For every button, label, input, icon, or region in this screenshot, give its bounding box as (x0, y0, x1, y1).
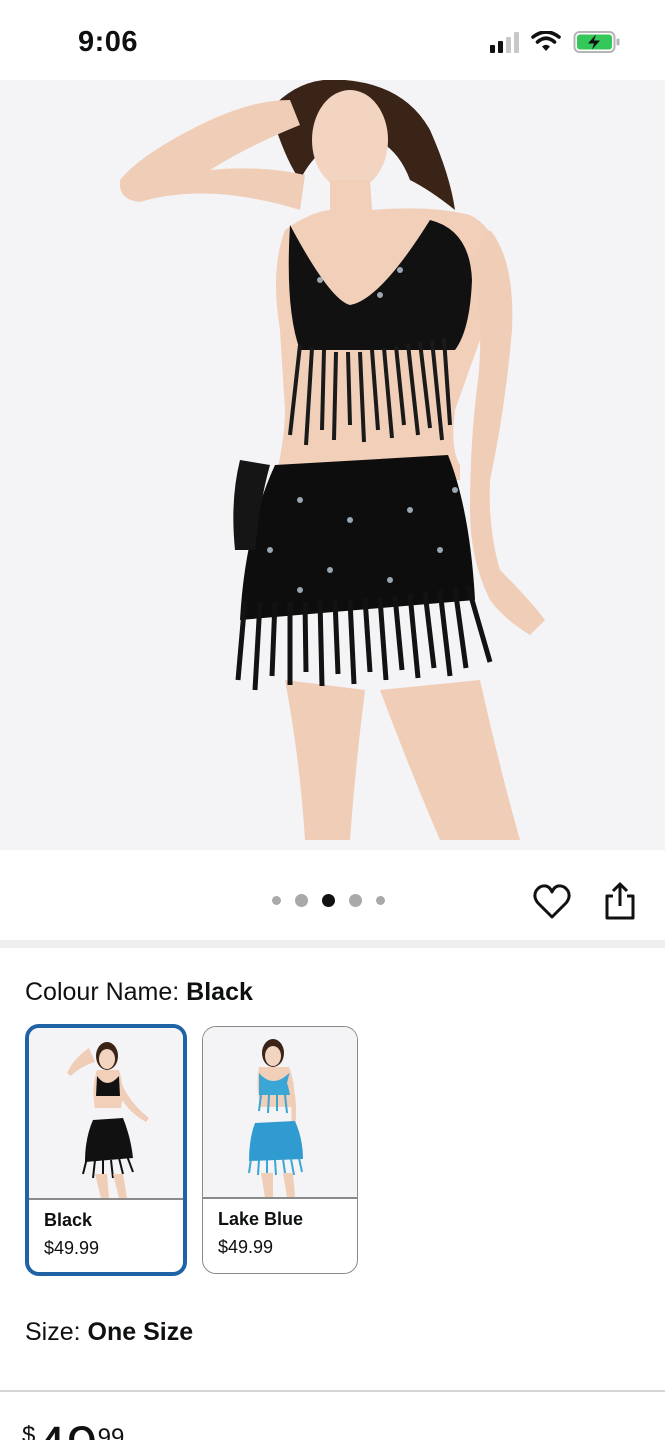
colour-swatch-lake-blue[interactable]: Lake Blue $49.99 (202, 1026, 358, 1274)
battery-charging-icon (573, 31, 620, 53)
price-whole: 49 (35, 1414, 97, 1440)
product-image[interactable] (0, 80, 665, 850)
size-label: Size: One Size (25, 1318, 193, 1347)
product-page: 9:06 Colour Name: Black Black $49.99 Lak… (0, 0, 665, 1440)
section-rule (0, 1390, 665, 1392)
price-cents: 99 (97, 1424, 125, 1440)
carousel-dot[interactable] (349, 894, 362, 907)
colour-name-label: Colour Name: Black (25, 978, 253, 1007)
size-label-text: Size: (25, 1318, 88, 1346)
swatch-divider (29, 1198, 183, 1200)
price-currency: $ (22, 1422, 36, 1440)
price-display: $4999 (22, 1418, 124, 1440)
carousel-dot[interactable] (376, 896, 385, 905)
colour-label-text: Colour Name: (25, 978, 187, 1006)
swatch-name: Black (44, 1210, 93, 1230)
swatch-price: $49.99 (44, 1238, 100, 1258)
carousel-dot[interactable] (295, 894, 308, 907)
model-photo (119, 80, 545, 840)
heart-icon[interactable] (532, 882, 572, 922)
carousel-dot-active[interactable] (322, 894, 335, 907)
status-bar: 9:06 (0, 0, 665, 80)
swatch-name: Lake Blue (218, 1209, 304, 1229)
size-selected-value: One Size (87, 1318, 194, 1346)
section-divider (0, 940, 665, 948)
swatch-price: $49.99 (218, 1237, 274, 1257)
cellular-signal-icon (490, 31, 519, 53)
carousel-dots (272, 894, 385, 907)
carousel-dot[interactable] (272, 896, 281, 905)
status-time: 9:06 (78, 26, 139, 58)
colour-swatch-black[interactable]: Black $49.99 (25, 1024, 187, 1276)
colour-selected-value: Black (186, 978, 253, 1006)
wifi-icon (531, 31, 561, 51)
swatch-thumbnail (29, 1028, 183, 1198)
status-icons (490, 30, 621, 54)
share-icon[interactable] (602, 880, 638, 922)
swatch-divider (203, 1197, 357, 1199)
swatch-thumbnail (203, 1027, 357, 1197)
